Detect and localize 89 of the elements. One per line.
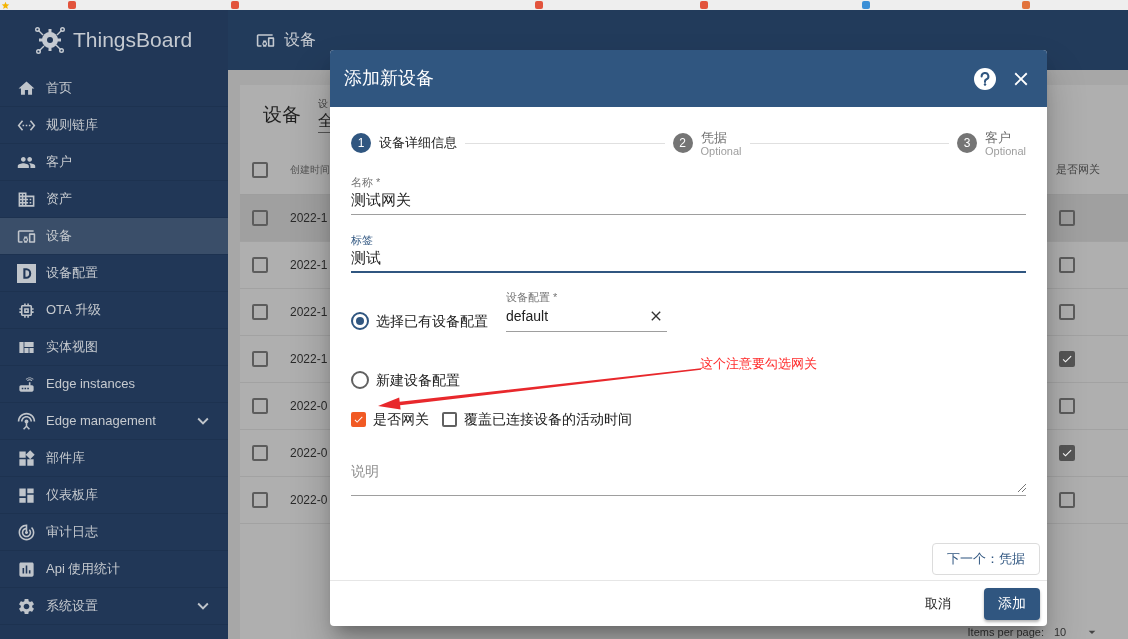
sidebar-item[interactable]: 部件库	[0, 440, 228, 477]
site-icon[interactable]	[862, 1, 870, 9]
field-label: 名称 *	[351, 175, 382, 189]
checkbox-icon[interactable]	[252, 351, 268, 367]
site-icon[interactable]	[68, 1, 76, 9]
step-label: 凭据	[700, 130, 728, 145]
checkbox-option[interactable]: 覆盖已连接设备的活动时间	[442, 410, 632, 428]
sidebar-item[interactable]: 系统设置	[0, 588, 228, 625]
table-cell-text: 2022-1	[290, 210, 328, 227]
chip-icon	[17, 300, 36, 320]
step-number[interactable]: 2	[672, 133, 693, 153]
text-field[interactable]: 名称 * 测试网关	[351, 175, 1026, 215]
table-cell-text: 2022-0	[290, 492, 328, 509]
checkbox-icon[interactable]	[252, 492, 268, 508]
sidebar-item[interactable]: 设备	[0, 218, 228, 255]
text-field[interactable]: 标签 测试	[351, 233, 1026, 273]
description-field[interactable]: 说明	[351, 459, 1026, 496]
sidebar-item[interactable]: 实体视图	[0, 329, 228, 366]
logo-icon	[34, 24, 66, 56]
step-hint: Optional	[700, 145, 742, 158]
checkbox-icon[interactable]	[351, 411, 366, 427]
table-cell-text: 2022-1	[290, 257, 328, 274]
sidebar-item[interactable]: Api 使用统计	[0, 551, 228, 588]
sidebar-item[interactable]: Edge instances	[0, 366, 228, 403]
page-title: 设备	[284, 30, 316, 50]
column-header: 是否网关	[1056, 162, 1101, 178]
sidebar-item[interactable]: OTA 升级	[0, 292, 228, 329]
checkbox-icon[interactable]	[252, 304, 268, 320]
radio-icon[interactable]	[351, 371, 369, 389]
help-icon[interactable]	[974, 67, 996, 90]
field-label: 标签	[351, 233, 374, 247]
building-icon	[17, 189, 36, 209]
checkbox-icon[interactable]	[1059, 210, 1075, 226]
radio-option[interactable]: 新建设备配置	[351, 369, 1026, 391]
card-title: 设备	[263, 102, 301, 127]
logo-text: ThingsBoard	[73, 27, 193, 53]
checkbox-icon[interactable]	[252, 398, 268, 414]
sidebar-item[interactable]: 仪表板库	[0, 477, 228, 514]
checkbox-icon[interactable]	[252, 161, 268, 178]
checkbox-option[interactable]: 是否网关	[351, 410, 429, 428]
site-icon[interactable]	[535, 1, 543, 9]
sidebar-item[interactable]: 首页	[0, 70, 228, 107]
annotation-text: 这个注意要勾选网关	[700, 356, 817, 372]
home-icon	[17, 78, 36, 98]
table-cell-text: 2022-1	[290, 351, 328, 368]
checkbox-icon[interactable]	[1059, 304, 1075, 320]
checkbox-icon[interactable]	[1059, 492, 1075, 508]
resize-handle-icon[interactable]	[1018, 484, 1026, 492]
site-icon[interactable]	[231, 1, 239, 9]
device-profile-field[interactable]: 设备配置 * default	[506, 290, 667, 332]
checkbox-icon[interactable]	[252, 445, 268, 461]
dashboard-icon	[17, 485, 36, 505]
step-hint: Optional	[985, 145, 1026, 158]
checkbox-icon[interactable]	[1059, 445, 1075, 461]
step-label: 设备详细信息	[379, 134, 457, 152]
field-label: 设备配置 *	[506, 290, 559, 304]
site-icon[interactable]	[700, 1, 708, 9]
sidebar-item[interactable]: Edge management	[0, 403, 228, 440]
site-icon[interactable]	[1022, 1, 1030, 9]
target-icon	[17, 522, 36, 542]
settings-icon	[17, 596, 36, 616]
step-number[interactable]: 3	[957, 133, 977, 153]
radio-icon[interactable]	[351, 312, 369, 330]
sidebar-item[interactable]: 审计日志	[0, 514, 228, 551]
checkbox-icon[interactable]	[1059, 398, 1075, 414]
bar-chart-icon	[17, 559, 36, 579]
sidebar-item[interactable]: 设备配置	[0, 255, 228, 292]
checkbox-icon[interactable]	[1059, 257, 1075, 273]
column-header: 创建时间	[290, 163, 330, 177]
step-label: 客户	[985, 130, 1012, 145]
checkbox-icon[interactable]	[252, 257, 268, 273]
checkbox-icon[interactable]	[252, 210, 268, 226]
page-size-select[interactable]: 10	[1054, 624, 1100, 639]
antenna-icon	[17, 411, 36, 431]
table-cell-text: 2022-0	[290, 398, 328, 415]
paginator-label: Items per page:	[967, 626, 1044, 638]
checkbox-icon[interactable]	[1059, 351, 1075, 367]
radio-option[interactable]: 选择已有设备配置	[351, 310, 506, 332]
dialog-title: 添加新设备	[344, 67, 434, 90]
step-number[interactable]: 1	[351, 133, 371, 153]
table-cell-text: 2022-0	[290, 445, 328, 462]
router-icon	[17, 374, 36, 394]
add-button[interactable]: 添加	[984, 587, 1040, 620]
cancel-button[interactable]: 取消	[911, 587, 965, 620]
table-cell-text: 2022-1	[290, 304, 328, 321]
checkbox-icon[interactable]	[442, 411, 457, 427]
next-button[interactable]: 下一个：凭据	[932, 543, 1040, 575]
star-icon[interactable]	[1, 0, 10, 10]
widgets-icon	[17, 448, 36, 468]
